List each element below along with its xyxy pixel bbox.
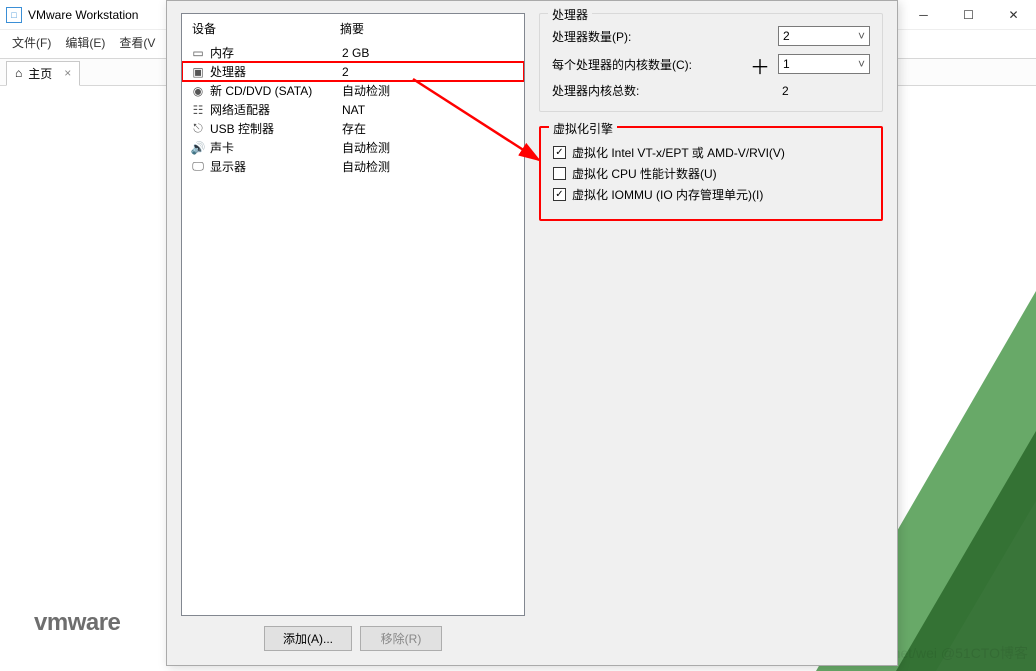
settings-right-panel: 处理器 处理器数量(P): 2 ˅ 每个处理器的内核数量(C): 1 ˅ — [539, 13, 883, 651]
device-name: 声卡 — [210, 139, 338, 156]
memory-icon: ▭ — [190, 46, 206, 60]
device-row-cpu[interactable]: ▣ 处理器 2 — [182, 62, 524, 81]
cores-per-proc-value: 1 — [783, 57, 790, 71]
device-name: USB 控制器 — [210, 120, 338, 137]
num-processors-select[interactable]: 2 ˅ — [778, 26, 870, 46]
processor-group-title: 处理器 — [548, 6, 592, 23]
vmware-brand-logo: vmware — [34, 609, 120, 637]
virt-iommu-label: 虚拟化 IOMMU (IO 内存管理单元)(I) — [572, 186, 763, 203]
virt-cpu-counter-row[interactable]: 虚拟化 CPU 性能计数器(U) — [553, 165, 869, 182]
processor-group: 处理器 处理器数量(P): 2 ˅ 每个处理器的内核数量(C): 1 ˅ — [539, 13, 883, 112]
network-icon: ☷ — [190, 103, 206, 117]
num-processors-value: 2 — [783, 29, 790, 43]
device-row-usb[interactable]: ⎋ USB 控制器 存在 — [182, 119, 524, 138]
window-title: VMware Workstation — [28, 8, 138, 22]
header-device: 设备 — [192, 20, 340, 37]
window-maximize-button[interactable]: ☐ — [946, 0, 991, 30]
device-name: 新 CD/DVD (SATA) — [210, 82, 338, 99]
tab-close-icon[interactable]: × — [64, 66, 71, 80]
cores-per-proc-label: 每个处理器的内核数量(C): — [552, 56, 770, 73]
checkbox-iommu[interactable] — [553, 188, 566, 201]
disc-icon: ◉ — [190, 84, 206, 98]
cpu-icon: ▣ — [190, 65, 206, 79]
device-name: 处理器 — [210, 63, 338, 80]
virt-group-title: 虚拟化引擎 — [549, 120, 617, 137]
add-hardware-button[interactable]: 添加(A)... — [264, 626, 352, 651]
device-summary: 存在 — [342, 120, 514, 137]
total-cores-value: 2 — [778, 84, 870, 98]
vmware-logo-icon: □ — [6, 7, 22, 23]
checkbox-vtx[interactable] — [553, 146, 566, 159]
cores-per-proc-select[interactable]: 1 ˅ — [778, 54, 870, 74]
device-row-network[interactable]: ☷ 网络适配器 NAT — [182, 100, 524, 119]
device-row-display[interactable]: 🖵 显示器 自动检测 — [182, 157, 524, 176]
device-panel: 设备 摘要 ▭ 内存 2 GB ▣ 处理器 2 ◉ 新 CD/DVD (SATA… — [181, 13, 525, 651]
checkbox-cpu-counter[interactable] — [553, 167, 566, 180]
device-row-cddvd[interactable]: ◉ 新 CD/DVD (SATA) 自动检测 — [182, 81, 524, 100]
hardware-settings-dialog: 设备 摘要 ▭ 内存 2 GB ▣ 处理器 2 ◉ 新 CD/DVD (SATA… — [166, 0, 898, 666]
menu-file[interactable]: 文件(F) — [12, 34, 51, 51]
header-summary: 摘要 — [340, 20, 364, 37]
device-summary: 自动检测 — [342, 158, 514, 175]
tab-home[interactable]: ⌂ 主页 × — [6, 61, 80, 86]
menu-view[interactable]: 查看(V — [119, 34, 155, 51]
virt-iommu-row[interactable]: 虚拟化 IOMMU (IO 内存管理单元)(I) — [553, 186, 869, 203]
chevron-down-icon: ˅ — [858, 29, 865, 43]
virt-cpu-counter-label: 虚拟化 CPU 性能计数器(U) — [572, 165, 717, 182]
device-list-header: 设备 摘要 — [182, 14, 524, 43]
menu-edit[interactable]: 编辑(E) — [65, 34, 105, 51]
virt-vtx-label: 虚拟化 Intel VT-x/EPT 或 AMD-V/RVI(V) — [572, 144, 785, 161]
chevron-down-icon: ˅ — [858, 57, 865, 71]
home-icon: ⌂ — [15, 66, 22, 80]
remove-hardware-button[interactable]: 移除(R) — [360, 626, 442, 651]
window-minimize-button[interactable]: ─ — [901, 0, 946, 30]
num-processors-label: 处理器数量(P): — [552, 28, 770, 45]
device-summary: 自动检测 — [342, 82, 514, 99]
total-cores-label: 处理器内核总数: — [552, 82, 770, 99]
device-name: 显示器 — [210, 158, 338, 175]
device-listbox[interactable]: 设备 摘要 ▭ 内存 2 GB ▣ 处理器 2 ◉ 新 CD/DVD (SATA… — [181, 13, 525, 616]
device-summary: 2 GB — [342, 46, 514, 60]
device-summary: 2 — [342, 65, 514, 79]
sound-icon: 🔊 — [190, 141, 206, 155]
display-icon: 🖵 — [190, 159, 206, 174]
device-name: 内存 — [210, 44, 338, 61]
window-close-button[interactable]: ✕ — [991, 0, 1036, 30]
device-summary: NAT — [342, 103, 514, 117]
virt-vtx-row[interactable]: 虚拟化 Intel VT-x/EPT 或 AMD-V/RVI(V) — [553, 144, 869, 161]
usb-icon: ⎋ — [190, 121, 206, 136]
device-row-memory[interactable]: ▭ 内存 2 GB — [182, 43, 524, 62]
device-row-sound[interactable]: 🔊 声卡 自动检测 — [182, 138, 524, 157]
device-name: 网络适配器 — [210, 101, 338, 118]
decor-triangle — [896, 431, 1036, 671]
device-summary: 自动检测 — [342, 139, 514, 156]
tab-home-label: 主页 — [28, 65, 52, 82]
virtualization-engine-group: 虚拟化引擎 虚拟化 Intel VT-x/EPT 或 AMD-V/RVI(V) … — [539, 126, 883, 221]
